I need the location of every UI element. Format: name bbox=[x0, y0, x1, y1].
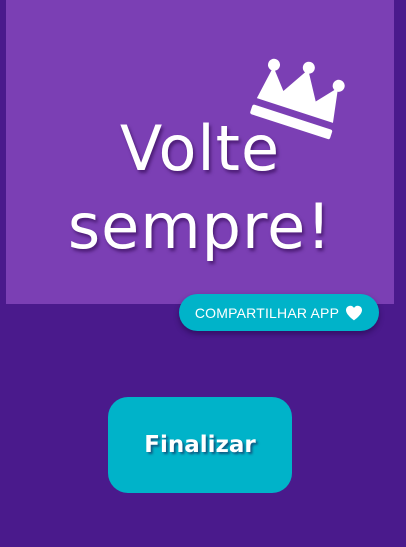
share-app-label: COMPARTILHAR APP bbox=[194, 304, 340, 321]
share-app-button[interactable]: COMPARTILHAR APP bbox=[179, 294, 379, 331]
title-line-1: Volte bbox=[119, 112, 281, 185]
finish-label: Finalizar bbox=[144, 432, 256, 458]
heart-icon bbox=[346, 305, 363, 320]
title-line-2: sempre! bbox=[67, 190, 333, 263]
finish-button[interactable]: Finalizar bbox=[108, 397, 292, 493]
page-title: Volte sempre! bbox=[6, 110, 394, 266]
